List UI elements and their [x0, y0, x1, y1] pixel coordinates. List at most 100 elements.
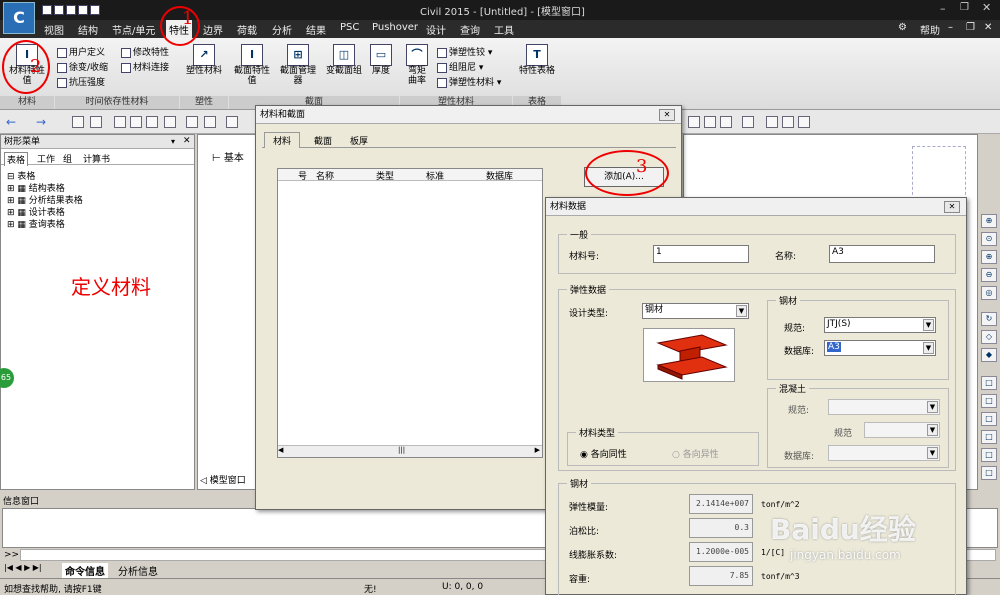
zoom-in-icon[interactable]: ⊕ [981, 214, 997, 228]
material-number-input[interactable]: 1 [653, 245, 749, 263]
view-tool-icon-4[interactable]: □ [981, 394, 997, 408]
concrete-code-select[interactable]: ▼ [828, 399, 940, 415]
app-logo-icon[interactable]: C [3, 2, 35, 34]
steel-code-select[interactable]: JTJ(S) ▼ [824, 317, 936, 333]
thickness-button[interactable]: ▭ 厚度 [366, 44, 396, 76]
info-nav-arrows[interactable]: |◀ ◀ ▶ ▶| [4, 563, 42, 572]
tool-icon-16[interactable] [798, 116, 810, 128]
forward-arrow-icon[interactable]: → [36, 115, 46, 129]
table-scrollbar[interactable]: ◀ ||| ▶ [278, 445, 542, 457]
menu-results[interactable]: 结果 [306, 22, 326, 37]
menu-query[interactable]: 查询 [460, 22, 480, 37]
tree-tab-report[interactable]: 计算书 [83, 152, 110, 165]
close-button[interactable]: ✕ [982, 1, 991, 14]
menu-pushover[interactable]: Pushover [372, 22, 418, 33]
pan-icon[interactable]: ◎ [981, 286, 997, 300]
zoom-fit-icon[interactable]: ⊙ [981, 232, 997, 246]
menu-design[interactable]: 设计 [426, 22, 446, 37]
tool-icon-14[interactable] [766, 116, 778, 128]
tool-icon-13[interactable] [742, 116, 754, 128]
pin-icon[interactable]: ▾ [171, 137, 175, 146]
restore-button[interactable]: ❐ [960, 2, 969, 13]
concrete-code2-select[interactable]: ▼ [864, 422, 940, 438]
lock-icon[interactable] [782, 116, 794, 128]
anisotropic-radio[interactable]: ○ 各向异性 [672, 447, 719, 460]
open-icon[interactable] [54, 5, 64, 15]
design-type-select[interactable]: 钢材 ▼ [642, 303, 749, 319]
menu-node-element[interactable]: 节点/单元 [112, 22, 155, 37]
user-defined-button[interactable]: 用户定义 [57, 45, 105, 58]
tool-icon-11[interactable] [704, 116, 716, 128]
rotate-icon[interactable]: ↻ [981, 312, 997, 326]
menu-psc[interactable]: PSC [340, 22, 359, 33]
menu-tools[interactable]: 工具 [494, 22, 514, 37]
tab-thickness[interactable]: 板厚 [344, 134, 374, 147]
tool-icon-5[interactable] [146, 116, 158, 128]
section-manager-button[interactable]: ⊞ 截面管理 器 [276, 44, 320, 86]
tool-icon-12[interactable] [720, 116, 732, 128]
view-tool-icon-5[interactable]: □ [981, 412, 997, 426]
minimize-button[interactable]: – [940, 2, 946, 15]
concrete-db-select[interactable]: ▼ [828, 445, 940, 461]
tool-icon-8[interactable] [204, 116, 216, 128]
tapered-group-button[interactable]: ◫ 变截面组 [322, 44, 366, 76]
new-file-icon[interactable] [42, 5, 52, 15]
mdi-close-button[interactable]: ✕ [984, 22, 992, 33]
tool-icon-1[interactable] [72, 116, 84, 128]
gear-icon[interactable]: ⚙ [898, 22, 907, 33]
tab-materials[interactable]: 材料 [264, 132, 301, 148]
tool-icon-9[interactable] [226, 116, 238, 128]
tool-icon-6[interactable] [164, 116, 176, 128]
plastic-hinge-button[interactable]: 弹塑性铰 ▾ [437, 45, 492, 58]
model-window-tab[interactable]: ◁ 模型窗口 [200, 473, 246, 486]
menu-analysis[interactable]: 分析 [272, 22, 292, 37]
tree-close-icon[interactable]: ✕ [183, 136, 191, 146]
tool-icon-2[interactable] [90, 116, 102, 128]
tab-analysis-info[interactable]: 分析信息 [118, 563, 158, 578]
tree-item-query-tables[interactable]: ⊞ ▦ 查询表格 [7, 217, 65, 230]
menu-structure[interactable]: 结构 [78, 22, 98, 37]
zoom-window-icon[interactable]: ⊕ [981, 250, 997, 264]
view-tool-icon-6[interactable]: □ [981, 430, 997, 444]
elastic-modulus-input[interactable]: 2.1414e+007 [689, 494, 753, 514]
group-damping-button[interactable]: 组阻尼 ▾ [437, 60, 483, 73]
mdi-restore-button[interactable]: ❐ [966, 22, 975, 33]
view-tool-icon-1[interactable]: ◇ [981, 330, 997, 344]
poisson-ratio-input[interactable]: 0.3 [689, 518, 753, 538]
command-prompt[interactable]: >> [4, 550, 19, 560]
name-input[interactable]: A3 [829, 245, 935, 263]
tab-command-info[interactable]: 命令信息 [62, 563, 108, 578]
section-properties-button[interactable]: I 截面特性 值 [230, 44, 274, 86]
tool-icon-3[interactable] [114, 116, 126, 128]
inelastic-material-button[interactable]: 弹塑性材料 ▾ [437, 75, 501, 88]
view-tool-icon-3[interactable]: □ [981, 376, 997, 390]
menu-boundary[interactable]: 边界 [203, 22, 223, 37]
zoom-out-icon[interactable]: ⊖ [981, 268, 997, 282]
mdi-minimize-button[interactable]: – [948, 22, 953, 33]
moment-curvature-button[interactable]: ⌒ 弯矩 曲率 [403, 44, 431, 86]
menu-view[interactable]: 视图 [44, 22, 64, 37]
back-arrow-icon[interactable]: ← [6, 115, 16, 129]
view-tool-icon-8[interactable]: □ [981, 466, 997, 480]
view-tool-icon-7[interactable]: □ [981, 448, 997, 462]
steel-database-select[interactable]: A3 ▼ [824, 340, 936, 356]
tree-tab-works[interactable]: 工作 [37, 152, 55, 165]
material-link-button[interactable]: 材料连接 [121, 60, 169, 73]
tool-icon-7[interactable] [186, 116, 198, 128]
dialog-close-button[interactable]: ✕ [944, 201, 960, 213]
plastic-material-button[interactable]: ↗ 塑性材料 [184, 44, 224, 76]
tab-sections[interactable]: 截面 [308, 134, 338, 147]
view-cube[interactable] [912, 146, 966, 200]
undo-icon[interactable] [90, 5, 100, 15]
unit-weight-input[interactable]: 7.85 [689, 566, 753, 586]
model-view[interactable]: ⊢ 基本 ◁ 模型窗口 [197, 134, 257, 490]
tool-icon-10[interactable] [688, 116, 700, 128]
creep-shrinkage-button[interactable]: 徐变/收缩 [57, 60, 108, 73]
save-icon[interactable] [66, 5, 76, 15]
thermal-coefficient-input[interactable]: 1.2000e-005 [689, 542, 753, 562]
tool-icon-4[interactable] [130, 116, 142, 128]
dialog-close-button[interactable]: ✕ [659, 109, 675, 121]
modify-properties-button[interactable]: 修改特性 [121, 45, 169, 58]
property-tables-button[interactable]: T 特性表格 [516, 44, 558, 76]
compressive-strength-button[interactable]: 抗压强度 [57, 75, 105, 88]
